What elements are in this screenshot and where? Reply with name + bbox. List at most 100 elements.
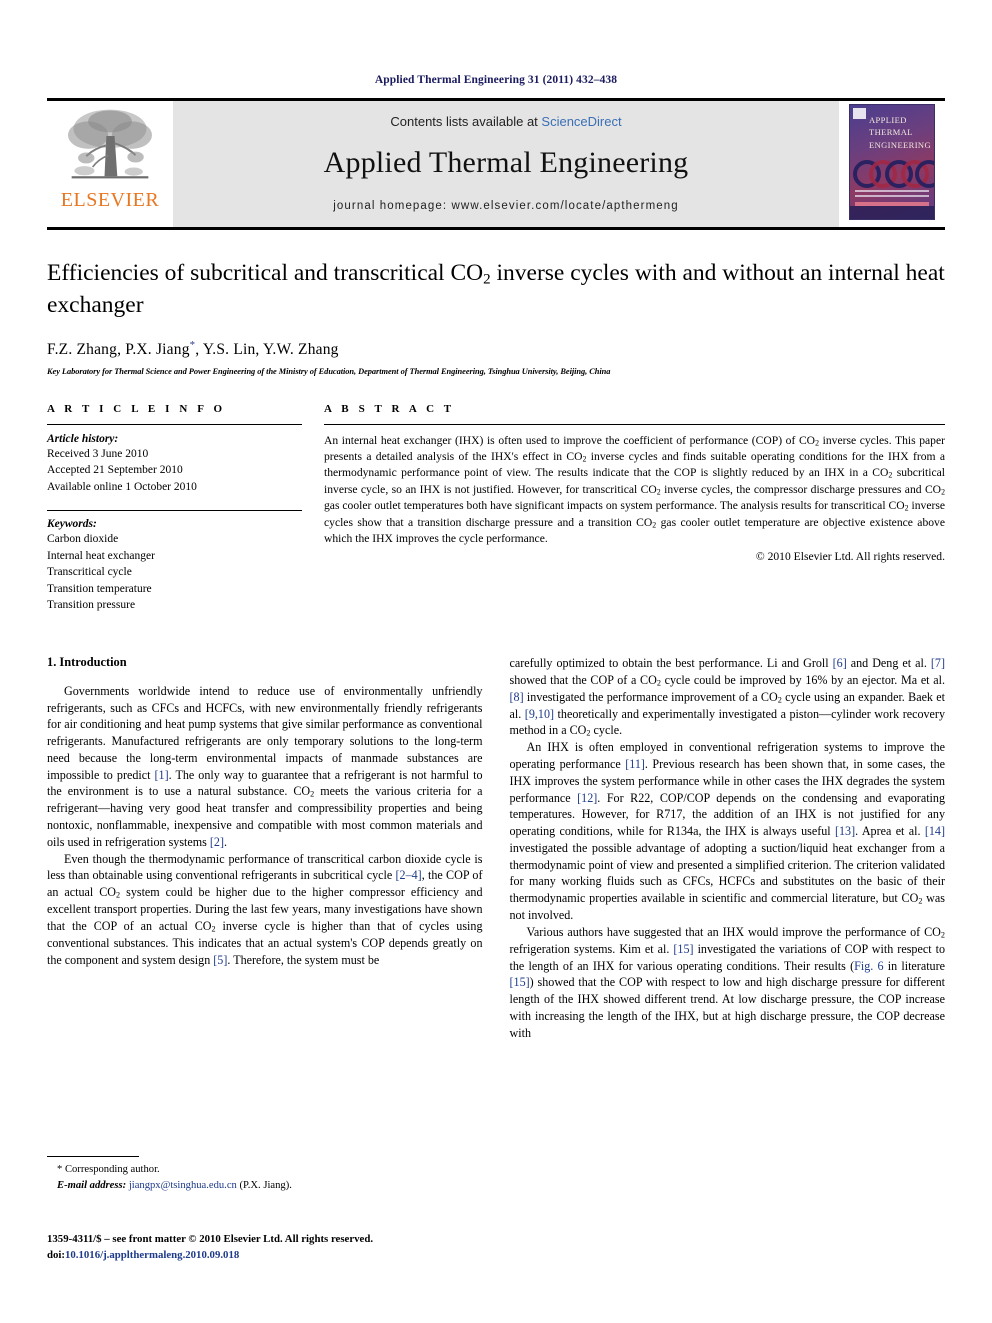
cover-title-line-2: THERMAL (869, 127, 913, 138)
elsevier-logo-block: ELSEVIER (47, 101, 173, 227)
paper-title-subscript: 2 (483, 271, 491, 288)
abstract-copyright: © 2010 Elsevier Ltd. All rights reserved… (755, 549, 945, 563)
corresponding-author-note: * Corresponding author. (57, 1164, 160, 1175)
doi-prefix: doi: (47, 1248, 65, 1261)
running-head: Applied Thermal Engineering 31 (2011) 43… (374, 74, 618, 86)
issn-copyright-line: 1359-4311/$ – see front matter © 2010 El… (47, 1233, 374, 1245)
para-seg: investigated the possible advantage of a… (509, 840, 946, 906)
para-seg: and Deng et al. (846, 655, 931, 670)
citation-ref[interactable]: [8] (510, 690, 524, 704)
article-history-received: Received 3 June 2010 (47, 447, 149, 460)
abstract-rule (324, 423, 945, 425)
elsevier-wordmark: ELSEVIER (60, 189, 160, 211)
cover-title-line-1: APPLIED (869, 115, 907, 125)
figure-ref[interactable]: Fig. 6 (854, 959, 883, 973)
keyword-item: Transition temperature (47, 582, 152, 595)
paper-title-part1: Efficiencies of subcritical and transcri… (47, 260, 484, 286)
abstract-heading: A B S T R A C T (324, 402, 455, 415)
para-seg: in literature (883, 958, 945, 973)
keyword-item: Transition pressure (47, 599, 136, 612)
sciencedirect-link[interactable]: ScienceDirect (541, 114, 621, 129)
authors-main: F.Z. Zhang, P.X. Jiang (47, 341, 190, 359)
cover-title-line-3: ENGINEERING (869, 139, 931, 150)
keywords-title: Keywords: (47, 518, 97, 531)
citation-ref[interactable]: [2–4] (396, 868, 422, 882)
keywords-block: Keywords: Carbon dioxide Internal heat e… (47, 510, 302, 614)
citation-ref[interactable]: [5] (213, 953, 227, 967)
para-seg: cycle. (590, 723, 623, 738)
para-seg: carefully optimized to obtain the best p… (509, 655, 833, 670)
author-list: F.Z. Zhang, P.X. Jiang*, Y.S. Lin, Y.W. … (47, 339, 945, 359)
affiliation: Key Laboratory for Thermal Science and P… (47, 366, 611, 376)
citation-ref[interactable]: [15] (673, 942, 693, 956)
abstract-seg: gas cooler outlet temperatures both have… (324, 499, 905, 513)
footer-block: 1359-4311/$ – see front matter © 2010 El… (47, 1232, 547, 1263)
para-seg: . (224, 834, 228, 849)
elsevier-tree-icon (68, 109, 152, 179)
journal-cover-image: APPLIED THERMAL ENGINEERING (849, 104, 935, 220)
citation-ref[interactable]: [11] (625, 757, 645, 771)
article-history-title: Article history: (47, 432, 119, 445)
journal-title: Applied Thermal Engineering (323, 146, 689, 179)
citation-ref[interactable]: [12] (577, 791, 597, 805)
citation-ref[interactable]: [13] (835, 824, 855, 838)
keyword-item: Carbon dioxide (47, 533, 119, 546)
email-link[interactable]: jiangpx@tsinghua.edu.cn (129, 1180, 237, 1191)
email-suffix: (P.X. Jiang). (236, 1179, 292, 1191)
journal-banner: Contents lists available at ScienceDirec… (173, 101, 839, 227)
para-seg: refrigeration systems. Kim et al. (509, 941, 674, 956)
contents-available-text: Contents lists available at (390, 114, 542, 129)
para-seg: ) showed that the COP with respect to lo… (509, 975, 946, 1040)
keywords-rule (47, 510, 302, 512)
paragraph: An IHX is often employed in conventional… (510, 739, 946, 923)
citation-ref[interactable]: [2] (210, 835, 224, 849)
article-info-heading: A R T I C L E I N F O (47, 402, 226, 415)
para-seg: . Therefore, the system must be (227, 952, 380, 967)
page: Applied Thermal Engineering 31 (2011) 43… (0, 0, 992, 1323)
paragraph: Various authors have suggested that an I… (510, 924, 946, 1041)
email-note: E-mail address: jiangpx@tsinghua.edu.cn … (47, 1178, 477, 1194)
para-seg: Various authors have suggested that an I… (526, 924, 941, 939)
abstract-column: A B S T R A C T An internal heat exchang… (324, 403, 945, 614)
cover-footer-bar (850, 206, 934, 219)
body-columns: 1. Introduction Governments worldwide in… (47, 655, 945, 1175)
paragraph: Even though the thermodynamic performanc… (47, 851, 483, 969)
contents-available-line: Contents lists available at ScienceDirec… (390, 114, 621, 129)
citation-ref[interactable]: [1] (155, 768, 169, 782)
para-seg: . Aprea et al. (855, 824, 925, 839)
page-title: Efficiencies of subcritical and transcri… (47, 258, 945, 320)
body-right-column: carefully optimized to obtain the best p… (510, 655, 946, 1175)
citation-ref[interactable]: [14] (925, 824, 945, 838)
citation-ref[interactable]: [9,10] (525, 707, 554, 721)
journal-masthead: ELSEVIER Contents lists available at Sci… (47, 98, 945, 227)
doi-link[interactable]: 10.1016/j.applthermaleng.2010.09.018 (65, 1249, 239, 1261)
citation-ref[interactable]: [7] (931, 656, 945, 670)
para-seg: cycle could be improved by 16% by an eje… (660, 672, 945, 687)
citation-ref[interactable]: [15] (510, 975, 530, 989)
cover-rings-graphic (850, 157, 934, 188)
para-sub: 2 (940, 930, 945, 940)
authors-rest: , Y.S. Lin, Y.W. Zhang (195, 341, 339, 359)
para-seg: showed that the COP of a CO (509, 672, 657, 687)
abstract-seg: inverse cycles, the compressor discharge… (660, 482, 942, 496)
abstract-text: An internal heat exchanger (IHX) is ofte… (324, 433, 945, 547)
footnote-rule (47, 1156, 139, 1157)
info-abstract-region: A R T I C L E I N F O Article history: R… (47, 403, 945, 614)
abstract-seg: An internal heat exchanger (IHX) is ofte… (324, 433, 816, 447)
section-heading-introduction: 1. Introduction (47, 654, 127, 669)
journal-cover-block: APPLIED THERMAL ENGINEERING (839, 101, 945, 227)
citation-ref[interactable]: [6] (833, 656, 847, 670)
article-history-accepted: Accepted 21 September 2010 (47, 464, 183, 477)
keyword-item: Internal heat exchanger (47, 549, 155, 562)
journal-homepage-line[interactable]: journal homepage: www.elsevier.com/locat… (333, 200, 679, 212)
article-info-column: A R T I C L E I N F O Article history: R… (47, 403, 302, 614)
body-left-column: 1. Introduction Governments worldwide in… (47, 655, 483, 1175)
article-info-rule (47, 423, 302, 425)
email-label: E-mail address: (57, 1179, 127, 1191)
cover-title-text: APPLIED THERMAL ENGINEERING (869, 114, 931, 151)
keyword-item: Transcritical cycle (47, 566, 132, 579)
para-seg: investigated the performance improvement… (523, 689, 778, 704)
paragraph: carefully optimized to obtain the best p… (510, 655, 946, 740)
cover-elsevier-mark-icon (853, 108, 866, 119)
paragraph: Governments worldwide intend to reduce u… (47, 683, 483, 851)
